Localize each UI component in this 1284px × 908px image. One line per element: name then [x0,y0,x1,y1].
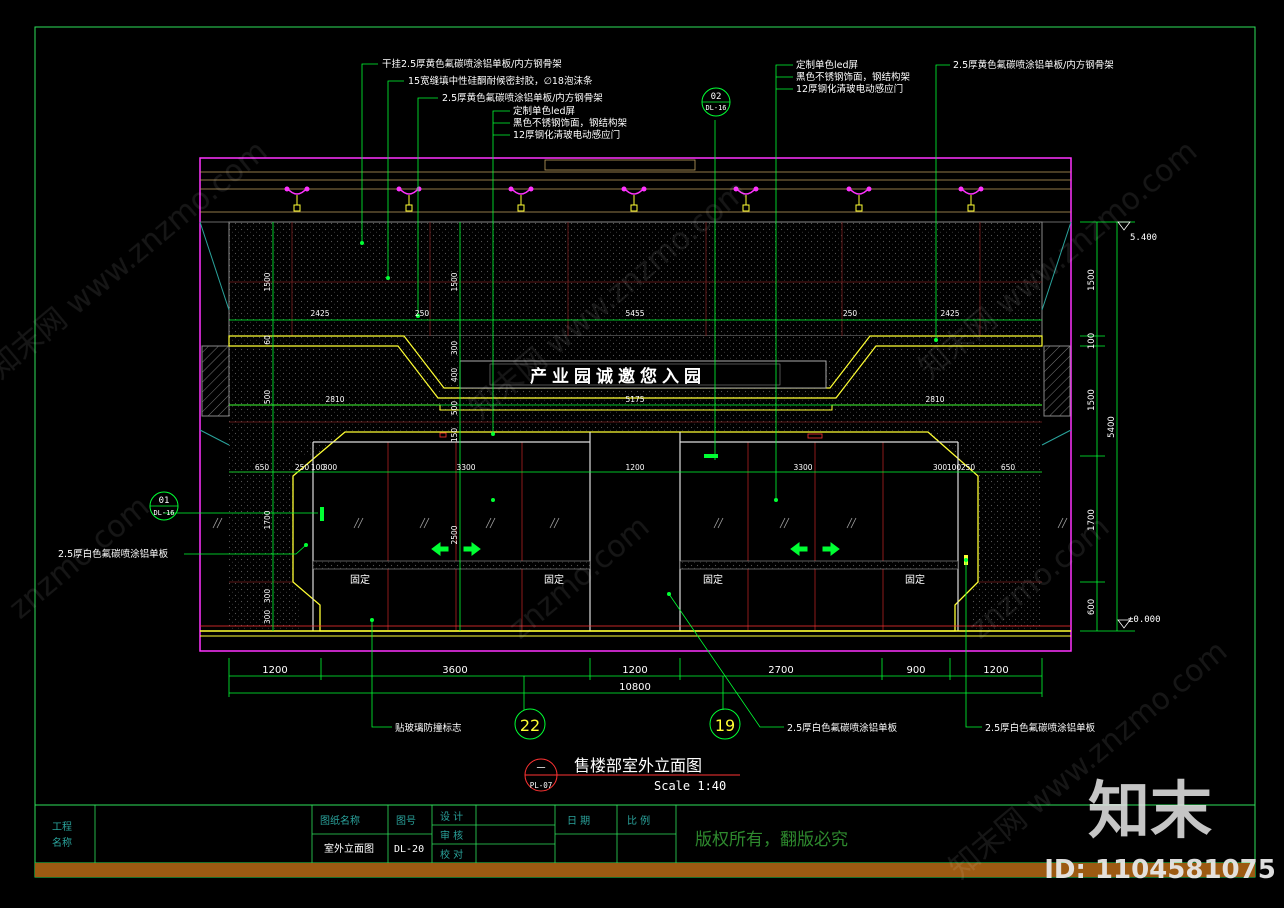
scale-label: Scale 1:40 [654,779,726,793]
svg-text:500: 500 [263,390,272,405]
svg-text:审 核: 审 核 [440,829,463,842]
dim-label: 1200 [622,665,647,676]
svg-text:650: 650 [1001,463,1016,472]
svg-text:250: 250 [843,309,858,318]
grid-axis-22: 22 [514,708,546,740]
svg-text:400: 400 [450,368,459,383]
svg-text:一: 一 [536,764,545,774]
svg-text:150: 150 [450,428,459,443]
svg-text:250: 250 [961,463,976,472]
dim-total: 10800 [619,682,651,693]
drawing-title: 一 PL-07 售楼部室外立面图 Scale 1:40 [524,756,740,793]
annotation: 2.5厚白色氟碳喷涂铝单板 [787,722,898,734]
svg-text:1500: 1500 [1087,269,1097,291]
svg-text:日 期: 日 期 [567,815,590,827]
svg-text:名称: 名称 [52,836,72,849]
svg-text:DL-16: DL-16 [153,509,174,517]
svg-text:5175: 5175 [625,395,644,404]
lamp-icon [621,186,647,212]
svg-text:300: 300 [263,589,272,604]
dim-label: 900 [906,665,925,676]
lamp-icon [508,186,534,212]
annotation: 2.5厚白色氟碳喷涂铝单板 [985,722,1096,734]
svg-text:300: 300 [323,463,338,472]
copyright-text: 版权所有，翻版必究 [695,830,848,850]
svg-text:22: 22 [520,716,540,735]
svg-text:2425: 2425 [310,309,329,318]
dim-label: 1200 [262,665,287,676]
svg-text:02: 02 [711,92,722,102]
watermark-logo: 知末 [1088,774,1212,847]
annotation: 15宽缝填中性硅酮耐候密封胶，∅18泡沫条 [408,75,593,87]
svg-text:2810: 2810 [325,395,344,404]
svg-text:650: 650 [255,463,270,472]
svg-text:60: 60 [263,335,272,345]
left-pier [229,456,299,631]
svg-text:比 例: 比 例 [627,814,650,827]
dim-label: 2700 [768,665,793,676]
svg-text:室外立面图: 室外立面图 [324,842,374,855]
lamp-icon [958,186,984,212]
svg-text:3300: 3300 [793,463,812,472]
svg-text:5400: 5400 [1107,416,1117,438]
annotation: 定制单色led屏 [513,105,575,117]
svg-text:500: 500 [450,401,459,416]
annotation: 2.5厚黄色氟碳喷涂铝单板/内方钢骨架 [442,92,603,104]
svg-text:PL-07: PL-07 [530,781,553,790]
dim-label: 3600 [442,665,467,676]
glass-label: 固定 [905,573,925,586]
annotation: 黑色不锈钢饰面，钢结构架 [796,71,911,83]
glass-label: 固定 [703,573,723,586]
watermark-id: ID: 1104581075 [1044,855,1276,885]
annotation: 2.5厚黄色氟碳喷涂铝单板/内方钢骨架 [953,59,1114,71]
svg-text:01: 01 [159,496,170,506]
svg-text:1500: 1500 [263,272,272,291]
elevation-bottom: ±0.000 [1128,615,1161,625]
svg-text:1500: 1500 [1087,389,1097,411]
svg-text:300: 300 [263,610,272,625]
svg-text:300: 300 [450,341,459,356]
svg-text:5455: 5455 [625,309,644,318]
cad-drawing: 产业园诚邀您入园 固定 固定 固定 固定 干挂2.5厚黄色氟碳喷涂铝单板/内方钢… [0,26,1276,886]
svg-text:1500: 1500 [450,272,459,291]
dim-label: 1200 [983,665,1008,676]
svg-text:工程: 工程 [52,821,72,833]
svg-text:100: 100 [1087,333,1097,349]
svg-text:图号: 图号 [396,815,416,827]
callout-top: 02 DL-16 [701,87,731,117]
svg-text:2425: 2425 [940,309,959,318]
svg-text:校 对: 校 对 [440,848,463,861]
elevation: 产业园诚邀您入园 固定 固定 固定 固定 [199,157,1072,652]
lamp-row [284,186,984,212]
svg-text:2810: 2810 [925,395,944,404]
sign-text: 产业园诚邀您入园 [530,366,706,387]
annotation: 黑色不锈钢饰面，钢结构架 [513,117,628,129]
svg-text:19: 19 [715,716,735,735]
elevation-top: 5.400 [1130,233,1157,243]
svg-text:100: 100 [947,463,962,472]
annotation: 干挂2.5厚黄色氟碳喷涂铝单板/内方钢骨架 [382,58,562,70]
svg-text:1700: 1700 [263,510,272,529]
annotation: 贴玻璃防撞标志 [395,722,462,734]
grid-axis-19: 19 [709,708,741,740]
svg-text:600: 600 [1087,599,1097,615]
svg-text:图纸名称: 图纸名称 [320,814,360,827]
annotation: 定制单色led屏 [796,59,858,71]
annotation: 12厚钢化清玻电动感应门 [796,83,903,95]
annotation: 12厚钢化清玻电动感应门 [513,129,620,141]
svg-text:设 计: 设 计 [440,810,463,823]
svg-text:250: 250 [295,463,310,472]
svg-text:DL-16: DL-16 [705,104,726,112]
svg-text:1200: 1200 [625,463,644,472]
lamp-icon [846,186,872,212]
glass-label: 固定 [350,573,370,586]
svg-text:3300: 3300 [456,463,475,472]
svg-text:250: 250 [415,309,430,318]
page-title: 售楼部室外立面图 [574,756,702,775]
svg-text:2500: 2500 [450,525,459,544]
svg-text:DL-20: DL-20 [394,844,424,855]
lamp-icon [284,186,310,212]
svg-text:300: 300 [933,463,948,472]
